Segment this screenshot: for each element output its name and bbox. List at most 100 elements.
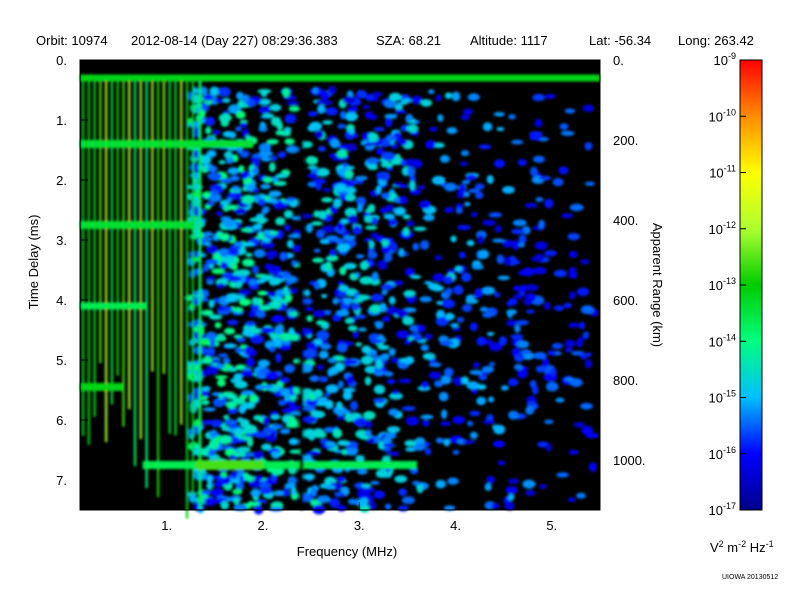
- noise-blob: [212, 129, 220, 136]
- noise-blob: [281, 407, 296, 414]
- noise-blob: [279, 377, 290, 384]
- noise-blob: [484, 482, 492, 492]
- noise-blob: [558, 166, 569, 175]
- sounder-stripe: [145, 75, 148, 489]
- noise-blob: [439, 155, 450, 163]
- noise-blob: [303, 289, 311, 297]
- noise-blob: [302, 297, 313, 305]
- noise-blob: [383, 252, 393, 262]
- noise-blob: [411, 480, 421, 486]
- noise-blob: [388, 92, 402, 102]
- noise-blob: [270, 155, 278, 162]
- harmonic-echo-1: [80, 140, 254, 148]
- noise-blob: [384, 371, 394, 377]
- noise-blob: [471, 264, 484, 270]
- noise-blob: [425, 139, 436, 149]
- noise-blob: [362, 104, 370, 110]
- colorbar-tick-label: 10-11: [709, 164, 736, 181]
- noise-blob: [201, 309, 214, 317]
- noise-blob: [241, 241, 255, 247]
- noise-blob: [386, 426, 401, 433]
- noise-blob: [381, 289, 388, 296]
- noise-blob: [310, 488, 317, 497]
- noise-blob: [534, 241, 548, 250]
- noise-blob: [303, 415, 318, 424]
- noise-blob: [561, 213, 574, 219]
- noise-blob: [367, 251, 378, 259]
- y-left-tick-label: 0.: [56, 53, 67, 68]
- noise-blob: [365, 429, 372, 437]
- noise-blob: [367, 203, 376, 211]
- noise-blob: [349, 400, 358, 411]
- noise-blob: [331, 314, 342, 322]
- noise-blob: [215, 375, 228, 380]
- noise-blob: [260, 326, 275, 334]
- noise-blob: [286, 196, 296, 202]
- noise-blob: [361, 483, 372, 488]
- local-plasma-line: [80, 74, 600, 82]
- noise-blob: [429, 126, 438, 132]
- noise-blob: [518, 242, 525, 248]
- noise-blob: [336, 222, 344, 231]
- noise-blob: [336, 243, 350, 252]
- noise-blob: [228, 131, 237, 139]
- noise-blob: [355, 254, 365, 259]
- noise-blob: [416, 324, 426, 333]
- noise-blob: [511, 139, 524, 145]
- unit-hz-exp: -1: [766, 539, 774, 549]
- noise-blob: [223, 327, 236, 335]
- noise-blob: [202, 231, 213, 237]
- noise-blob: [441, 298, 456, 309]
- noise-blob: [420, 240, 430, 250]
- y-left-tick-label: 5.: [56, 353, 67, 368]
- colorbar-unit: V2 m-2 Hz-1: [710, 539, 774, 555]
- noise-blob: [279, 131, 292, 137]
- noise-blob: [362, 410, 376, 420]
- noise-blob: [474, 191, 484, 200]
- noise-blob: [517, 159, 527, 167]
- noise-blob: [255, 278, 266, 284]
- noise-blob: [524, 203, 538, 209]
- noise-blob: [252, 188, 260, 193]
- noise-blob: [380, 353, 390, 361]
- noise-blob: [348, 128, 356, 135]
- noise-blob: [260, 443, 273, 451]
- noise-blob: [582, 104, 595, 113]
- noise-blob: [462, 439, 475, 445]
- noise-blob: [313, 309, 327, 318]
- noise-blob: [584, 359, 592, 369]
- noise-blob: [358, 327, 367, 332]
- noise-blob: [438, 391, 449, 402]
- noise-blob: [268, 190, 282, 198]
- noise-blob: [222, 218, 237, 228]
- noise-blob: [402, 214, 411, 220]
- noise-blob: [404, 356, 415, 365]
- noise-blob: [373, 490, 385, 499]
- sounder-stripe: [81, 75, 85, 436]
- noise-blob: [346, 375, 354, 385]
- noise-blob: [238, 289, 252, 296]
- noise-blob: [420, 414, 434, 420]
- noise-blob: [275, 352, 282, 363]
- noise-blob: [443, 438, 451, 447]
- noise-blob: [251, 296, 260, 306]
- noise-blob: [325, 384, 339, 394]
- noise-blob: [398, 378, 412, 384]
- noise-blob: [469, 369, 483, 375]
- noise-blob: [517, 270, 531, 276]
- noise-blob: [316, 364, 325, 370]
- noise-blob: [435, 94, 442, 102]
- noise-blob: [253, 248, 266, 258]
- sounder-stripe: [110, 75, 114, 405]
- noise-blob: [360, 497, 368, 504]
- noise-blob: [243, 424, 257, 434]
- noise-blob: [223, 151, 233, 160]
- noise-blob: [285, 145, 299, 154]
- noise-blob: [407, 336, 414, 341]
- noise-blob: [466, 239, 475, 247]
- noise-blob: [236, 91, 244, 101]
- noise-blob: [254, 384, 266, 391]
- noise-blob: [394, 109, 406, 114]
- x-tick-label: 5.: [546, 518, 557, 533]
- noise-blob: [244, 320, 257, 327]
